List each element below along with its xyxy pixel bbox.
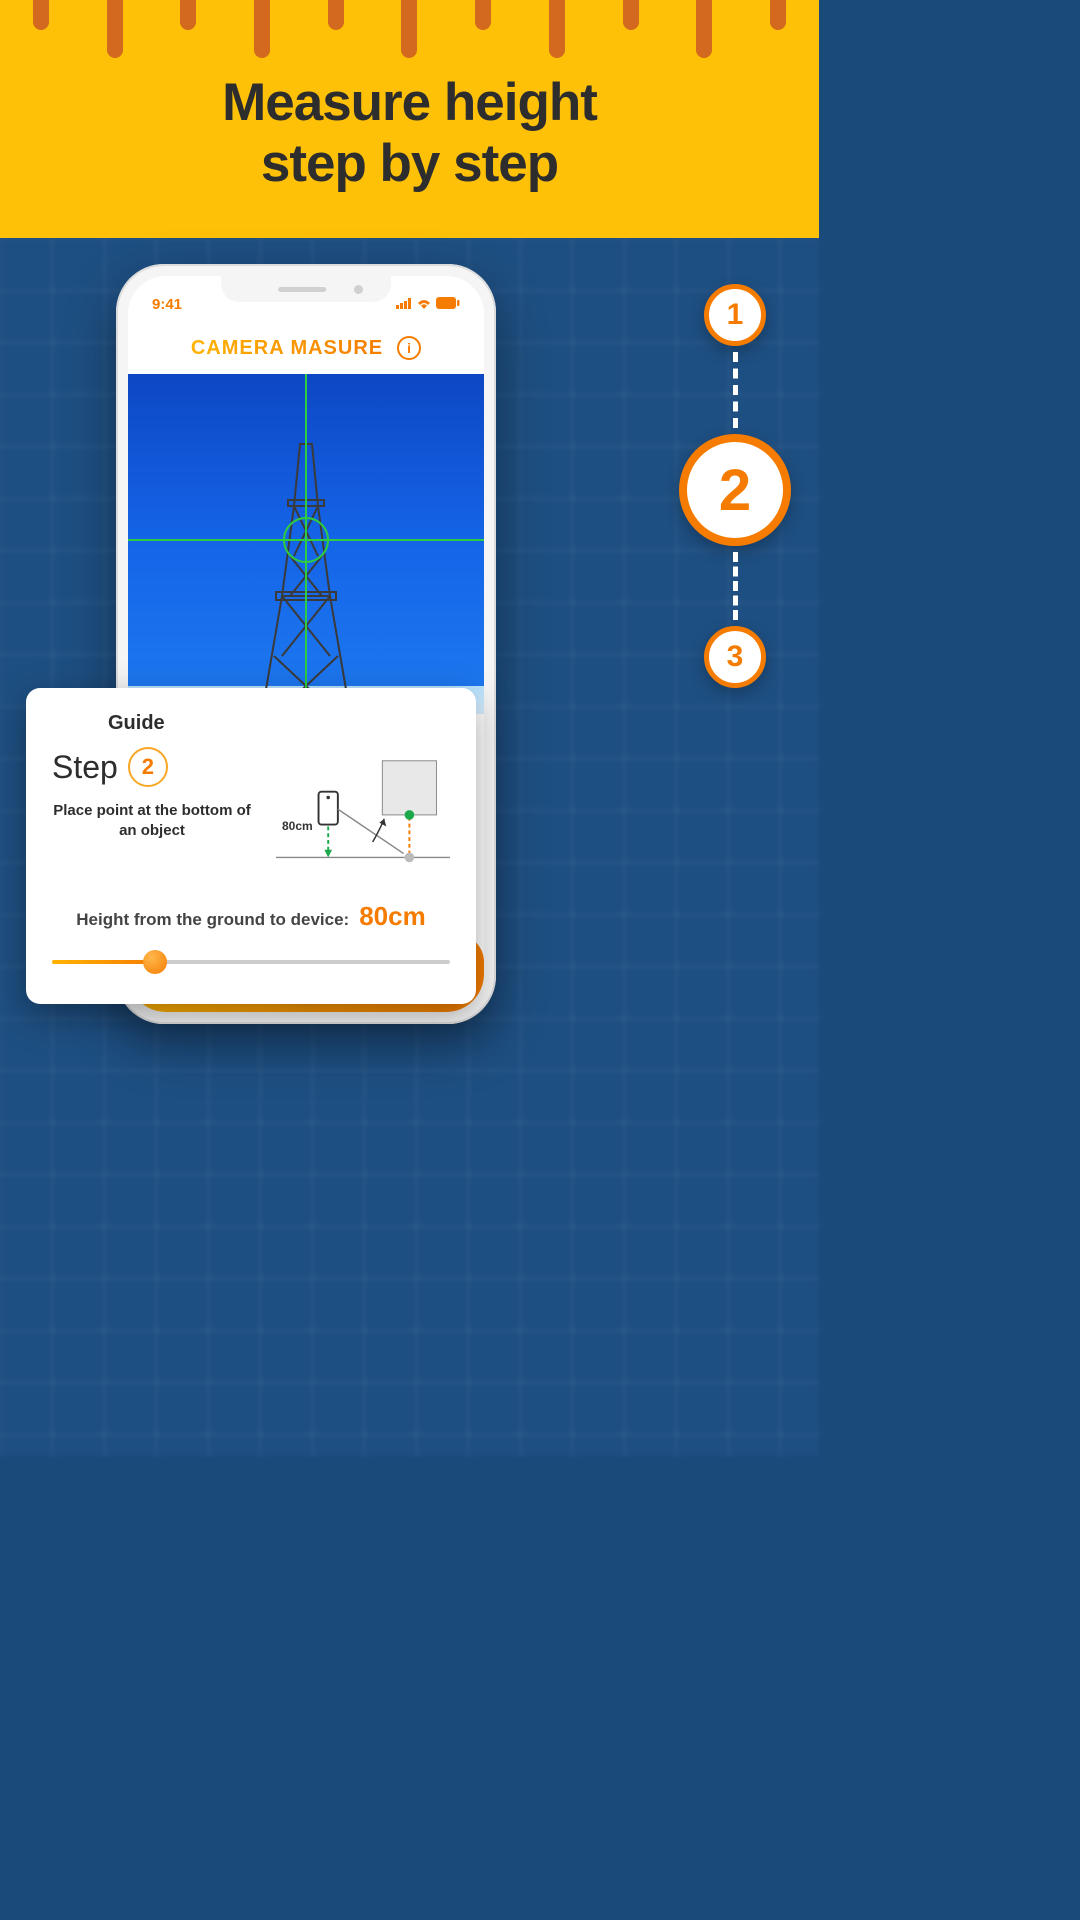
app-title: CAMERA MASURE	[191, 337, 383, 360]
phone-notch	[221, 276, 391, 302]
height-slider[interactable]	[52, 950, 450, 974]
promo-header: Measure height step by step	[0, 0, 819, 238]
diagram-height-label: 80cm	[282, 819, 313, 833]
step-description: Place point at the bottom of an object	[52, 801, 252, 842]
camera-viewport[interactable]	[128, 374, 484, 714]
headline-line1: Measure height	[222, 73, 597, 132]
step-badge-1: 1	[704, 284, 766, 346]
step-badges: 1 2 3	[679, 284, 791, 688]
step-word: Step	[52, 749, 118, 786]
info-icon[interactable]: i	[397, 336, 421, 360]
step-number-circle: 2	[128, 747, 168, 787]
app-header: CAMERA MASURE i	[128, 318, 484, 374]
crosshair-target	[283, 517, 329, 563]
signal-icon	[396, 296, 412, 313]
step-badge-2-active: 2	[679, 434, 791, 546]
ruler-ticks	[0, 0, 819, 60]
step-badge-3: 3	[704, 626, 766, 688]
battery-icon	[436, 296, 460, 313]
slider-thumb[interactable]	[143, 950, 167, 974]
headline: Measure height step by step	[222, 73, 597, 195]
status-time: 9:41	[152, 296, 182, 313]
headline-line2: step by step	[261, 134, 558, 193]
height-label: Height from the ground to device:	[76, 910, 349, 930]
height-value: 80cm	[359, 901, 426, 932]
wifi-icon	[416, 296, 432, 313]
guide-title: Guide	[108, 712, 450, 735]
step-diagram: 80cm	[276, 747, 450, 877]
guide-card: Guide Step 2 Place point at the bottom o…	[26, 688, 476, 1004]
